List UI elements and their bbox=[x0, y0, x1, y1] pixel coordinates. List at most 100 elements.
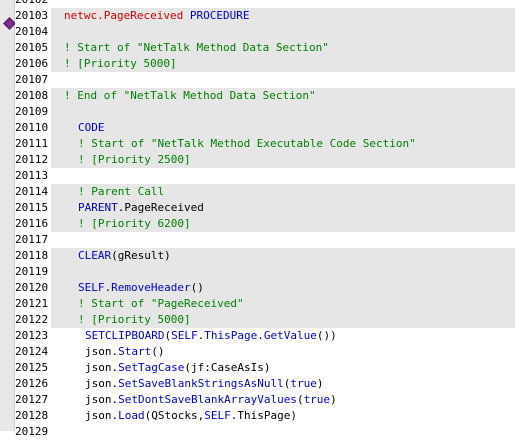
code-line[interactable]: 20120 SELF.RemoveHeader() bbox=[15, 280, 515, 296]
line-number: 20129 bbox=[15, 424, 51, 440]
code-token: ! Start of "NetTalk Method Executable Co… bbox=[78, 137, 416, 150]
code-line[interactable]: 20121 ! Start of "PageReceived" bbox=[15, 296, 515, 312]
code-text[interactable] bbox=[52, 0, 515, 8]
code-line[interactable]: 20127 json.SetDontSaveBlankArrayValues(tr… bbox=[15, 392, 515, 408]
code-text[interactable]: netwc.PageReceived PROCEDURE bbox=[52, 8, 515, 24]
line-number: 20109 bbox=[15, 104, 51, 120]
code-text[interactable]: ! Start of "PageReceived" bbox=[52, 296, 515, 312]
line-number: 20123 bbox=[15, 328, 51, 344]
code-text[interactable]: ! End of "NetTalk Method Data Section" bbox=[52, 88, 515, 104]
code-token: . bbox=[257, 329, 264, 342]
line-number: 20118 bbox=[15, 248, 51, 264]
code-line[interactable]: 20110 CODE bbox=[15, 120, 515, 136]
code-text[interactable]: ! [Priority 5000] bbox=[52, 312, 515, 328]
code-text[interactable] bbox=[52, 424, 515, 440]
code-line[interactable]: 20105 ! Start of "NetTalk Method Data Sec… bbox=[15, 40, 515, 56]
line-number: 20111 bbox=[15, 136, 51, 152]
code-text[interactable]: json.Start() bbox=[52, 344, 515, 360]
code-line[interactable]: 20122 ! [Priority 5000] bbox=[15, 312, 515, 328]
code-line[interactable]: 20115 PARENT.PageReceived bbox=[15, 200, 515, 216]
code-text[interactable] bbox=[52, 232, 515, 248]
code-token: ! [Priority 5000] bbox=[64, 57, 177, 70]
code-line[interactable]: 20119 bbox=[15, 264, 515, 280]
line-number: 20127 bbox=[15, 392, 51, 408]
code-line[interactable]: 20123 SETCLIPBOARD(SELF.ThisPage.GetValue… bbox=[15, 328, 515, 344]
code-line[interactable]: 20114 ! Parent Call bbox=[15, 184, 515, 200]
code-token: ! Parent Call bbox=[78, 185, 165, 198]
code-line[interactable]: 20118 CLEAR(gResult) bbox=[15, 248, 515, 264]
code-line[interactable]: 20116 ! [Priority 6200] bbox=[15, 216, 515, 232]
code-text[interactable] bbox=[52, 104, 515, 120]
code-token: SETCLIPBOARD bbox=[85, 329, 165, 342]
code-token: SetTagCase bbox=[118, 361, 185, 374]
code-text[interactable]: json.SetTagCase(jf:CaseAsIs) bbox=[52, 360, 515, 376]
line-number: 20115 bbox=[15, 200, 51, 216]
code-line[interactable]: 20111 ! Start of "NetTalk Method Executab… bbox=[15, 136, 515, 152]
code-editor[interactable]: 2010220103netwc.PageReceived PROCEDURE20… bbox=[15, 0, 515, 440]
code-token: json. bbox=[85, 361, 119, 374]
line-number: 20112 bbox=[15, 152, 51, 168]
code-line[interactable]: 20117 bbox=[15, 232, 515, 248]
line-number: 20124 bbox=[15, 344, 51, 360]
code-token: json. bbox=[85, 393, 119, 406]
code-text[interactable]: ! Parent Call bbox=[52, 184, 515, 200]
code-text[interactable]: json.SetSaveBlankStringsAsNull(true) bbox=[52, 376, 515, 392]
code-text[interactable]: json.SetDontSaveBlankArrayValues(true) bbox=[52, 392, 515, 408]
line-number: 20125 bbox=[15, 360, 51, 376]
line-number: 20121 bbox=[15, 296, 51, 312]
code-token: .ThisPage) bbox=[230, 409, 297, 422]
line-number: 20103 bbox=[15, 8, 51, 24]
line-number: 20122 bbox=[15, 312, 51, 328]
code-text[interactable]: json.Load(QStocks,SELF.ThisPage) bbox=[52, 408, 515, 424]
code-text[interactable]: ! Start of "NetTalk Method Executable Co… bbox=[52, 136, 515, 152]
code-token: ! End of "NetTalk Method Data Section" bbox=[64, 89, 316, 102]
code-token: ) bbox=[330, 393, 337, 406]
code-line[interactable]: 20103 netwc.PageReceived PROCEDURE bbox=[15, 8, 515, 24]
code-line[interactable]: 20107 bbox=[15, 72, 515, 88]
code-text[interactable]: ! [Priority 2500] bbox=[52, 152, 515, 168]
code-text[interactable] bbox=[52, 24, 515, 40]
code-text[interactable]: ! Start of "NetTalk Method Data Section" bbox=[52, 40, 515, 56]
code-token: () bbox=[151, 345, 165, 358]
code-text[interactable]: PARENT.PageReceived bbox=[52, 200, 515, 216]
line-number: 20119 bbox=[15, 264, 51, 280]
code-text[interactable]: CLEAR(gResult) bbox=[52, 248, 515, 264]
line-number: 20116 bbox=[15, 216, 51, 232]
line-number: 20117 bbox=[15, 232, 51, 248]
code-text[interactable]: ! [Priority 5000] bbox=[52, 56, 515, 72]
line-number: 20104 bbox=[15, 24, 51, 40]
code-token: SELF bbox=[204, 409, 231, 422]
line-number: 20113 bbox=[15, 168, 51, 184]
code-text[interactable] bbox=[52, 168, 515, 184]
code-line[interactable]: 20124 json.Start() bbox=[15, 344, 515, 360]
code-token: true bbox=[303, 393, 331, 406]
code-token: true bbox=[290, 377, 317, 390]
code-token: ( bbox=[296, 393, 304, 406]
code-line[interactable]: 20128 json.Load(QStocks,SELF.ThisPage) bbox=[15, 408, 515, 424]
code-token: json. bbox=[85, 409, 119, 422]
code-text[interactable] bbox=[52, 72, 515, 88]
code-text[interactable]: SELF.RemoveHeader() bbox=[52, 280, 515, 296]
code-token: ! [Priority 6200] bbox=[78, 217, 191, 230]
code-line[interactable]: 20102 bbox=[15, 0, 515, 8]
breakpoint-gutter[interactable] bbox=[0, 0, 16, 431]
code-line[interactable]: 20106 ! [Priority 5000] bbox=[15, 56, 515, 72]
code-line[interactable]: 20108 ! End of "NetTalk Method Data Secti… bbox=[15, 88, 515, 104]
code-token: SELF bbox=[78, 281, 105, 294]
code-text[interactable] bbox=[52, 264, 515, 280]
code-text[interactable]: CODE bbox=[52, 120, 515, 136]
line-number: 20126 bbox=[15, 376, 51, 392]
breakpoint-diamond-icon bbox=[3, 17, 16, 30]
code-line[interactable]: 20113 bbox=[15, 168, 515, 184]
code-line[interactable]: 20109 bbox=[15, 104, 515, 120]
code-text[interactable]: SETCLIPBOARD(SELF.ThisPage.GetValue()) bbox=[52, 328, 515, 344]
code-line[interactable]: 20125 json.SetTagCase(jf:CaseAsIs) bbox=[15, 360, 515, 376]
code-line[interactable]: 20112 ! [Priority 2500] bbox=[15, 152, 515, 168]
line-number: 20108 bbox=[15, 88, 51, 104]
code-token: (jf:CaseAsIs) bbox=[184, 361, 271, 374]
code-text[interactable]: ! [Priority 6200] bbox=[52, 216, 515, 232]
code-line[interactable]: 20126 json.SetSaveBlankStringsAsNull(true… bbox=[15, 376, 515, 392]
code-token: SELF bbox=[171, 329, 198, 342]
code-line[interactable]: 20129 bbox=[15, 424, 515, 440]
code-line[interactable]: 20104 bbox=[15, 24, 515, 40]
